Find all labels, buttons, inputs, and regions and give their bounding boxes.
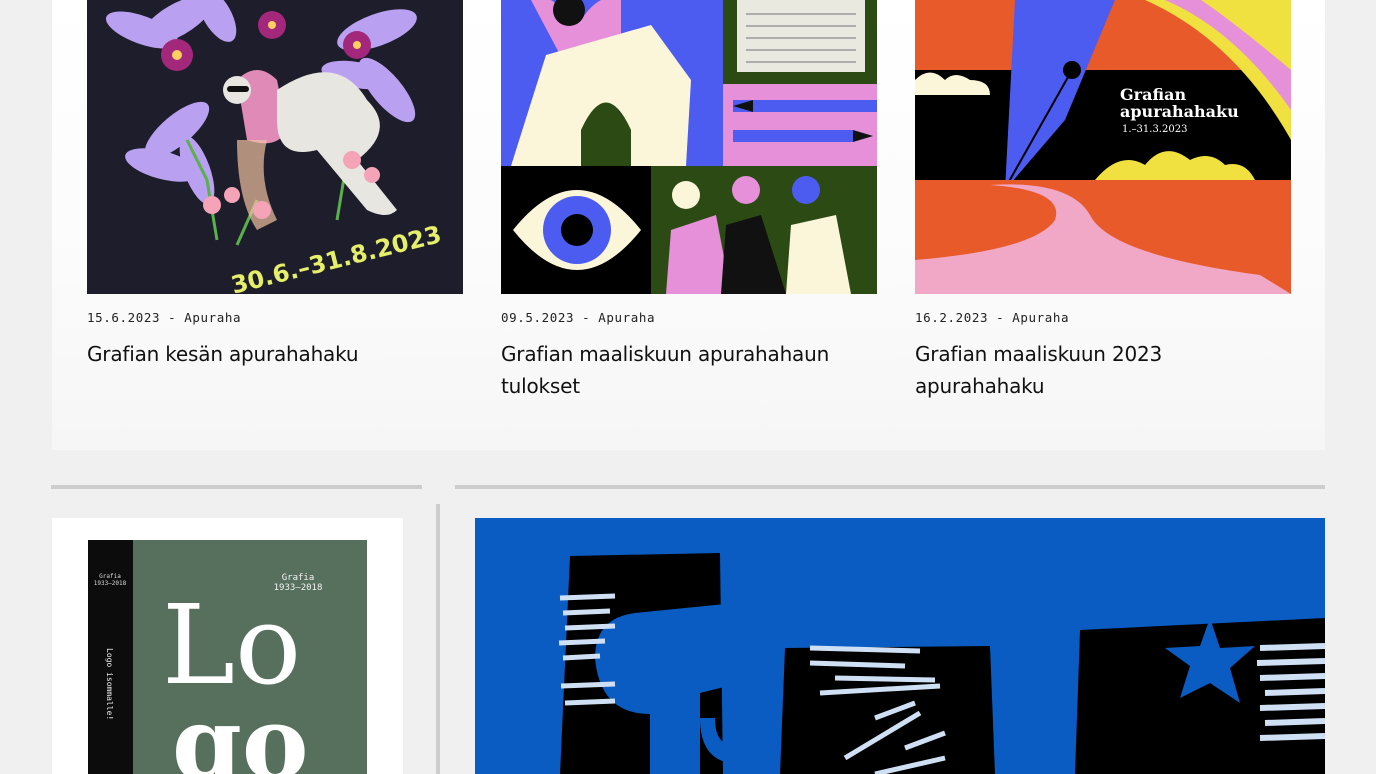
march-grant-illustration: Grafian apurahahaku 1.–31.3.2023 bbox=[915, 0, 1291, 294]
section-divider-left bbox=[51, 485, 422, 489]
featured-artwork[interactable] bbox=[475, 518, 1325, 774]
news-title[interactable]: Grafian maaliskuun 2023 apurahahaku bbox=[915, 338, 1255, 402]
news-panel: 30.6.–31.8.2023 15.6.2023- Apuraha Grafia… bbox=[52, 0, 1325, 450]
news-title[interactable]: Grafian kesän apurahahaku bbox=[87, 338, 427, 370]
news-category[interactable]: Apuraha bbox=[184, 310, 241, 325]
featured-artwork-image bbox=[475, 518, 1325, 774]
book-cover-card[interactable]: Grafia 1933–2018 Logo isommalle! Grafia … bbox=[52, 518, 403, 774]
meta-separator: - bbox=[996, 310, 1005, 325]
news-card-meta: 16.2.2023- Apuraha bbox=[915, 310, 1069, 325]
march-grant-image-title-line2: apurahahaku bbox=[1120, 102, 1239, 121]
summer-grant-illustration: 30.6.–31.8.2023 bbox=[87, 0, 463, 294]
news-card-meta: 15.6.2023- Apuraha bbox=[87, 310, 241, 325]
spine-title: Grafia bbox=[99, 573, 121, 580]
news-date: 09.5.2023 bbox=[501, 310, 575, 325]
spine-years: 1933–2018 bbox=[94, 580, 127, 587]
news-card-image[interactable]: 30.6.–31.8.2023 bbox=[87, 0, 463, 294]
march-grant-image-dates: 1.–31.3.2023 bbox=[1122, 124, 1187, 135]
news-title[interactable]: Grafian maaliskuun apurahahaun tulokset bbox=[501, 338, 841, 402]
news-card-meta: 09.5.2023- Apuraha bbox=[501, 310, 655, 325]
cover-big-line2: go bbox=[172, 684, 309, 774]
news-card-image[interactable]: Grafian apurahahaku 1.–31.3.2023 bbox=[915, 0, 1291, 294]
news-card[interactable]: 09.5.2023- Apuraha Grafian maaliskuun apu… bbox=[501, 0, 877, 398]
news-category[interactable]: Apuraha bbox=[598, 310, 655, 325]
meta-separator: - bbox=[582, 310, 591, 325]
meta-separator: - bbox=[168, 310, 177, 325]
book-cover-image: Grafia 1933–2018 Logo isommalle! Grafia … bbox=[88, 540, 367, 774]
spine-text: Logo isommalle! bbox=[105, 648, 114, 720]
grant-results-illustration bbox=[501, 0, 877, 294]
news-card[interactable]: Grafian apurahahaku 1.–31.3.2023 16.2.20… bbox=[915, 0, 1291, 398]
section-divider-right bbox=[455, 485, 1325, 489]
column-divider bbox=[436, 504, 440, 774]
news-card-image[interactable] bbox=[501, 0, 877, 294]
news-date: 15.6.2023 bbox=[87, 310, 161, 325]
news-date: 16.2.2023 bbox=[915, 310, 989, 325]
news-category[interactable]: Apuraha bbox=[1012, 310, 1069, 325]
news-card[interactable]: 30.6.–31.8.2023 15.6.2023- Apuraha Grafia… bbox=[87, 0, 463, 366]
